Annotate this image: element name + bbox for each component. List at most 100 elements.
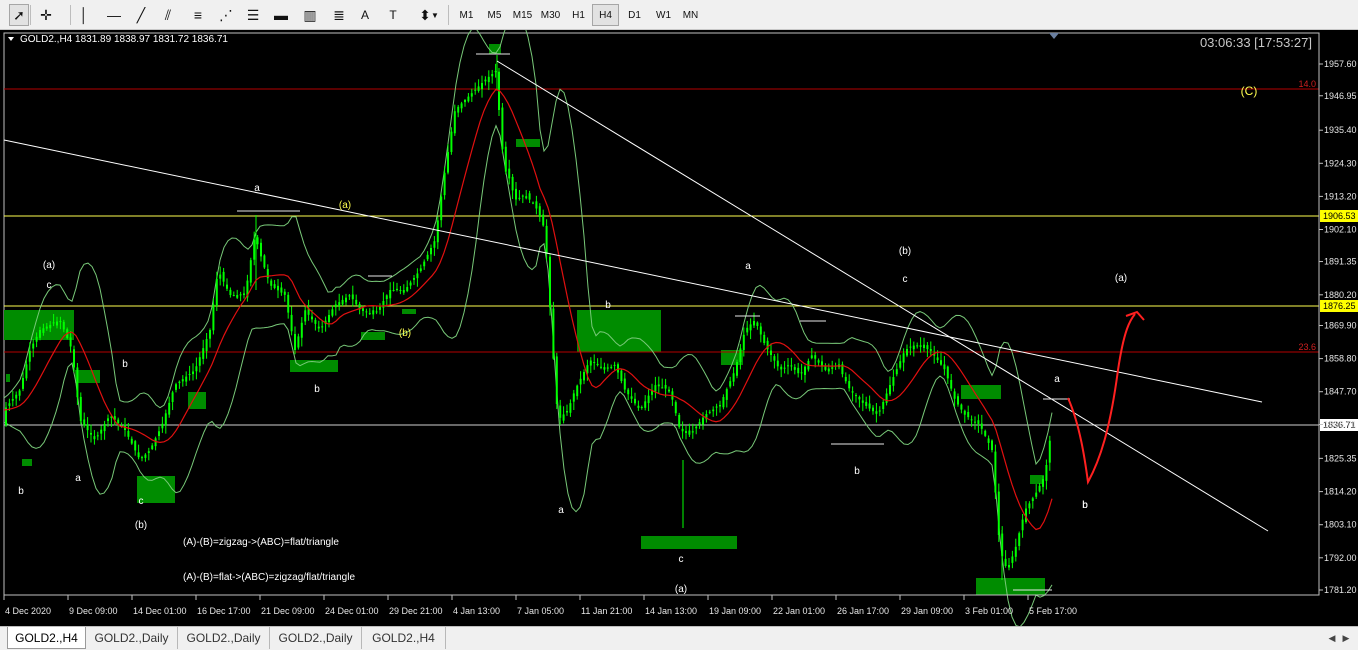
wave-label[interactable]: (a) (1115, 273, 1127, 284)
supply-demand-zone[interactable] (402, 309, 416, 314)
chart-tab[interactable]: GOLD2.,Daily (270, 627, 362, 649)
candle-body (698, 422, 701, 425)
candle-body (773, 356, 776, 361)
supply-demand-zone[interactable] (516, 139, 540, 147)
price-tick-label: 1836.71 (1324, 419, 1357, 429)
wave-label[interactable]: b (854, 466, 860, 477)
candle-body (946, 366, 949, 379)
candle-body (283, 291, 286, 295)
candle-body (783, 367, 786, 369)
fibonacci-fan-icon[interactable]: ⋰ (216, 4, 236, 26)
text-label-icon[interactable]: T (384, 4, 402, 26)
wave-label[interactable]: (a) (675, 584, 687, 595)
wave-label[interactable]: c (903, 274, 908, 285)
fib-level-label: 14.0 (1298, 79, 1316, 89)
wave-label[interactable]: c (47, 280, 52, 291)
supply-demand-zone[interactable] (6, 374, 10, 382)
timeframe-m30-button[interactable]: M30 (537, 4, 564, 26)
candle-body (35, 336, 38, 342)
candle-body (168, 402, 171, 415)
candle-body (491, 74, 494, 77)
wave-label[interactable]: b (122, 359, 128, 370)
fibonacci-levels-icon[interactable]: ≣ (329, 4, 349, 26)
text-icon[interactable]: A (356, 4, 374, 26)
candle-body (797, 367, 800, 374)
wave-label[interactable]: c (139, 496, 144, 507)
candle-body (620, 370, 623, 381)
supply-demand-zone[interactable] (1030, 475, 1044, 484)
wave-label[interactable]: c (679, 554, 684, 565)
wave-label[interactable]: a (745, 261, 751, 272)
timeframe-m5-button[interactable]: M5 (481, 4, 508, 26)
candle-body (600, 366, 602, 368)
chart-tab[interactable]: GOLD2.,Daily (178, 627, 270, 649)
gann-fan-icon[interactable]: ≡ (188, 4, 208, 26)
rectangle-icon[interactable]: ▬ (271, 4, 291, 26)
price-chart[interactable]: 14.0 23.6 1906.53 1876.25 1836.71 (a) c b b a c (b… (0, 11, 1358, 628)
candle-body (219, 274, 222, 279)
candle-body (460, 103, 463, 109)
timeframe-m15-button[interactable]: M15 (509, 4, 536, 26)
trendline-icon[interactable]: ╱ (131, 4, 151, 26)
tab-scroll-right-icon[interactable]: ▶ (1340, 631, 1352, 645)
candle-body (800, 372, 803, 374)
timeframe-w1-button[interactable]: W1 (650, 4, 677, 26)
wave-label[interactable]: a (75, 473, 81, 484)
candle-body (144, 454, 147, 458)
candle-body (73, 349, 75, 368)
candle-body (559, 405, 562, 418)
candle-body (929, 349, 932, 352)
candle-body (623, 378, 626, 390)
supply-demand-zone[interactable] (188, 392, 206, 409)
candle-body (583, 372, 585, 381)
chart-tab[interactable]: GOLD2.,Daily (86, 627, 178, 649)
crosshair-icon[interactable]: ✛ (36, 4, 56, 26)
channel-icon[interactable]: ⫽ (158, 4, 178, 26)
arrows-dropdown-chevron-icon[interactable]: ▼ (430, 4, 440, 26)
fibonacci-retracement-icon[interactable]: ☰ (243, 4, 263, 26)
candle-body (610, 366, 613, 368)
vertical-line-icon[interactable]: │ (77, 4, 91, 26)
candle-body (117, 419, 120, 424)
wave-label[interactable]: b (18, 486, 24, 497)
wave-label[interactable]: a (1054, 374, 1060, 385)
timeframe-h4-button[interactable]: H4 (592, 4, 619, 26)
chart-tab[interactable]: GOLD2.,H4 (7, 627, 86, 649)
scenario-note[interactable]: (A)-(B)=flat->(ABC)=zigzag/flat/triangle (183, 572, 355, 583)
timeframe-h1-button[interactable]: H1 (565, 4, 592, 26)
cursor-icon[interactable]: ➚ (9, 4, 29, 26)
tab-scroll-left-icon[interactable]: ◀ (1326, 631, 1338, 645)
wave-label[interactable]: b (314, 384, 320, 395)
wave-label[interactable]: (a) (43, 260, 55, 271)
elliott-wave-icon[interactable]: ▥ (300, 4, 320, 26)
timeframe-mn-button[interactable]: MN (677, 4, 704, 26)
candle-body (511, 176, 514, 191)
supply-demand-zone[interactable] (22, 459, 32, 466)
candle-body (664, 384, 667, 389)
candle-body (192, 371, 194, 375)
wave-label[interactable]: a (254, 183, 260, 194)
wave-label[interactable]: (b) (135, 520, 147, 531)
timeframe-d1-button[interactable]: D1 (621, 4, 648, 26)
wave-label[interactable]: b (605, 300, 611, 311)
supply-demand-zone[interactable] (961, 385, 1001, 399)
timeframe-m1-button[interactable]: M1 (453, 4, 480, 26)
candle-body (419, 268, 422, 272)
supply-demand-zone[interactable] (976, 578, 1045, 595)
supply-demand-zone[interactable] (361, 332, 385, 340)
candle-body (712, 409, 715, 412)
wave-label[interactable]: (a) (339, 200, 351, 211)
server-clock: 03:06:33 [17:53:27] (1200, 35, 1312, 50)
wave-label[interactable]: a (558, 505, 564, 516)
wave-label[interactable]: (b) (399, 328, 411, 339)
horizontal-line-icon[interactable]: — (104, 4, 124, 26)
wave-label[interactable]: b (1082, 500, 1088, 511)
wave-label[interactable]: (C) (1241, 84, 1258, 98)
chart-tab[interactable]: GOLD2.,H4 (362, 627, 446, 649)
supply-demand-zone[interactable] (641, 536, 737, 549)
wave-label[interactable]: (b) (899, 246, 911, 257)
scenario-note[interactable]: (A)-(B)=zigzag->(ABC)=flat/triangle (183, 537, 339, 548)
candle-body (1042, 479, 1044, 487)
candle-body (858, 397, 861, 400)
chart-area[interactable]: 14.0 23.6 1906.53 1876.25 1836.71 (a) c b b a c (b… (0, 11, 1358, 628)
